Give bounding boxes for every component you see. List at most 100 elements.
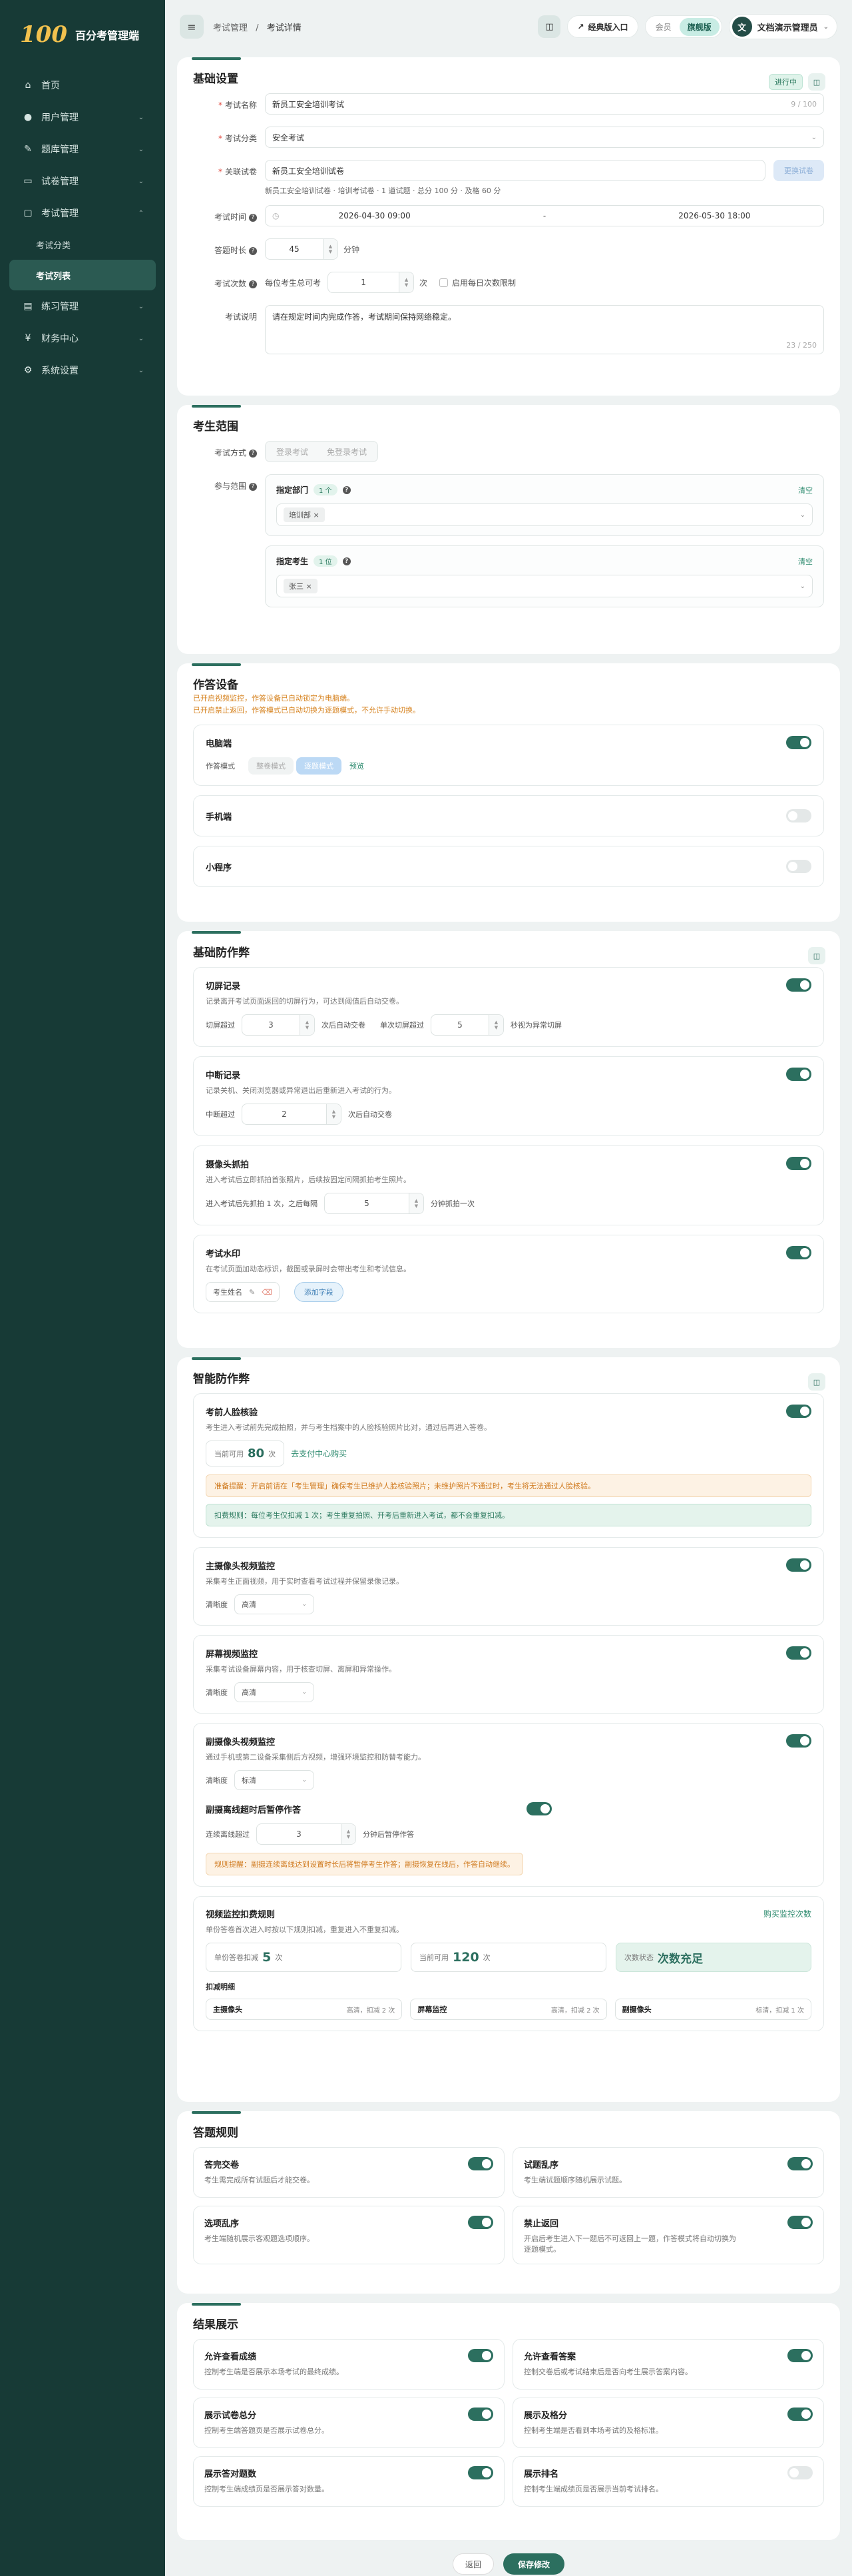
edition-member[interactable]: 会员 [648,18,680,36]
main-camera-toggle[interactable] [786,1558,811,1572]
main-clarity-select[interactable]: 高清 ⌄ [234,1594,314,1614]
category-select[interactable]: 安全考试 ⌄ [265,127,824,148]
sidebar-item-home[interactable]: ⌂ 首页 [9,69,156,101]
break-count-stepper[interactable]: 2 ▲ ▼ [242,1104,341,1125]
mode-full-option[interactable]: 整卷模式 [248,757,294,775]
result-toggle[interactable] [468,2466,493,2479]
help-icon[interactable]: ? [249,246,257,255]
change-paper-button[interactable]: 更换试卷 [773,160,824,181]
offline-header: 副摄离线超时后暂停作答 [206,1802,552,1815]
collapse-button[interactable]: ◫ [808,1373,825,1391]
duration-stepper[interactable]: 45 ▲ ▼ [265,238,338,260]
sub-clarity-select[interactable]: 标清 ⌄ [234,1770,314,1790]
delete-icon[interactable]: ⌫ [262,1288,272,1297]
daily-limit-checkbox[interactable] [439,278,449,287]
user-menu[interactable]: 文 文档演示管理员 ⌄ [728,14,837,39]
result-toggle[interactable] [787,2349,813,2362]
save-button[interactable]: 保存修改 [503,2553,565,2575]
edit-icon[interactable]: ✎ [249,1288,255,1297]
home-icon: ⌂ [25,80,31,91]
mobile-toggle[interactable] [786,809,811,822]
screen-clarity-select[interactable]: 高清 ⌄ [234,1682,314,1702]
stepper-arrows[interactable]: ▲ ▼ [326,1104,341,1124]
sub-camera-toggle[interactable] [786,1734,811,1748]
offline-minutes-stepper[interactable]: 3 ▲ ▼ [256,1823,356,1845]
edition-flagship[interactable]: 旗舰版 [679,17,720,36]
stepper-arrows[interactable]: ▲ ▼ [323,239,337,259]
switch-record-toggle[interactable] [786,978,811,992]
layout-button[interactable]: ◫ [538,15,561,38]
department-select[interactable]: 培训部 × ⌄ [276,503,813,526]
classic-entry-button[interactable]: ↗ 经典版入口 [567,15,638,38]
help-icon[interactable]: ? [249,280,257,288]
sidebar-item-settings[interactable]: ⚙ 系统设置 ⌄ [9,354,156,386]
student-chip[interactable]: 张三 × [284,579,318,593]
edition-switch[interactable]: 会员 旗舰版 [644,15,722,38]
stepper-arrows[interactable]: ▲ ▼ [399,272,414,292]
menu-toggle-button[interactable]: ≡ [180,15,204,39]
mode-single-option[interactable]: 逐题模式 [296,757,341,775]
miniapp-toggle[interactable] [786,860,811,873]
switch-seconds-stepper[interactable]: 5 ▲ ▼ [431,1014,504,1036]
stepper-arrows[interactable]: ▲ ▼ [489,1015,503,1035]
help-icon[interactable]: ? [342,557,351,565]
rule-toggle[interactable] [787,2157,813,2170]
exam-name-input[interactable]: 新员工安全培训考试 9 / 100 [265,93,824,115]
exam-mode-switch[interactable]: 登录考试 免登录考试 [265,441,379,462]
sidebar-item-exams[interactable]: ▢ 考试管理 ⌃ [9,197,156,229]
logo[interactable]: 100 百分考管理端 [0,0,165,69]
rule-toggle[interactable] [787,2216,813,2229]
buy-face-link[interactable]: 去支付中心购买 [291,1448,347,1459]
sidebar-item-papers[interactable]: ▭ 试卷管理 ⌄ [9,165,156,197]
result-toggle[interactable] [787,2466,813,2479]
watermark-toggle[interactable] [786,1246,811,1259]
result-toggle[interactable] [787,2408,813,2421]
pc-toggle[interactable] [786,736,811,749]
camera-interval-stepper[interactable]: 5 ▲ ▼ [324,1193,424,1214]
break-record-toggle[interactable] [786,1068,811,1081]
field-label: 参与范围? [193,474,265,498]
mode-free-option[interactable]: 免登录考试 [318,442,376,462]
attempts-stepper[interactable]: 1 ▲ ▼ [327,272,415,293]
camera-capture-toggle[interactable] [786,1157,811,1170]
help-icon[interactable]: ? [249,449,257,458]
breadcrumb-parent[interactable]: 考试管理 [213,23,248,33]
sidebar-subitem-exam-list[interactable]: 考试列表 [9,260,156,290]
add-field-button[interactable]: 添加字段 [294,1282,343,1302]
close-icon[interactable]: × [306,582,312,591]
result-toggle[interactable] [468,2408,493,2421]
switch-count-stepper[interactable]: 3 ▲ ▼ [242,1014,315,1036]
stepper-arrows[interactable]: ▲ ▼ [341,1824,355,1844]
help-icon[interactable]: ? [249,482,257,491]
paper-input[interactable]: 新员工安全培训试卷 [265,160,765,181]
sidebar-item-finance[interactable]: ¥ 财务中心 ⌄ [9,322,156,354]
rule-toggle[interactable] [468,2157,493,2170]
description-textarea[interactable]: 请在规定时间内完成作答，考试期间保持网络稳定。 23 / 250 [265,305,824,354]
sidebar-item-users[interactable]: ● 用户管理 ⌄ [9,101,156,133]
clear-department-button[interactable]: 清空 [798,485,813,495]
buy-monitor-link[interactable]: 购买监控次数 [763,1908,811,1919]
mode-login-option[interactable]: 登录考试 [267,442,318,462]
rule-toggle[interactable] [468,2216,493,2229]
clear-student-button[interactable]: 清空 [798,556,813,567]
required-mark: * [218,101,222,110]
stepper-arrows[interactable]: ▲ ▼ [300,1015,314,1035]
collapse-button[interactable]: ◫ [808,73,825,91]
preview-link[interactable]: 预览 [349,761,364,771]
help-icon[interactable]: ? [342,485,351,494]
time-range-picker[interactable]: ◷ 2026-04-30 09:00 - 2026-05-30 18:00 [265,205,824,226]
screen-monitor-toggle[interactable] [786,1646,811,1660]
collapse-button[interactable]: ◫ [808,947,825,964]
help-icon[interactable]: ? [249,213,257,222]
stepper-arrows[interactable]: ▲ ▼ [409,1193,423,1213]
sidebar-item-question-bank[interactable]: ✎ 题库管理 ⌄ [9,133,156,165]
student-select[interactable]: 张三 × ⌄ [276,575,813,597]
offline-toggle[interactable] [527,1802,552,1815]
result-toggle[interactable] [468,2349,493,2362]
sidebar-item-practice[interactable]: ▤ 练习管理 ⌄ [9,290,156,322]
close-icon[interactable]: × [314,511,320,519]
face-verify-toggle[interactable] [786,1405,811,1418]
sidebar-subitem-exam-category[interactable]: 考试分类 [9,229,156,260]
department-chip[interactable]: 培训部 × [284,507,325,522]
back-button[interactable]: 返回 [452,2553,494,2575]
